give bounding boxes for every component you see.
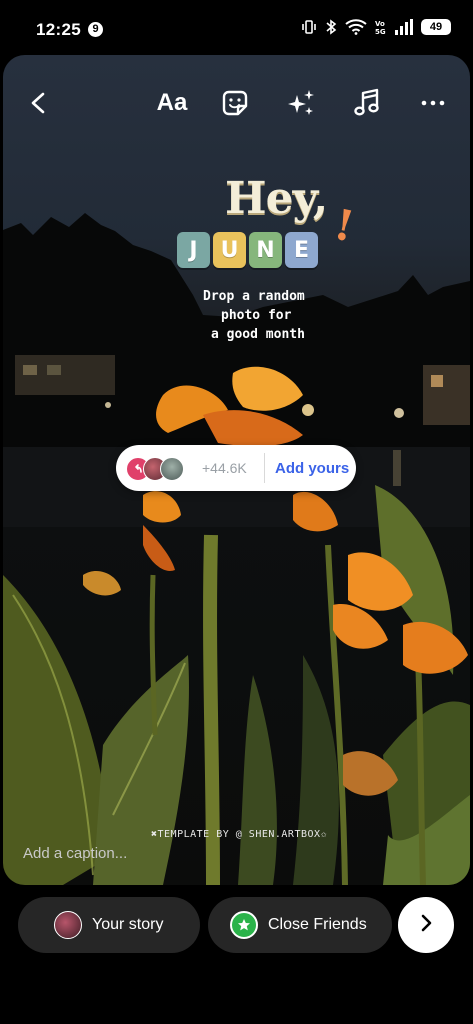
sticker-hey-text: Hey, <box>225 173 328 224</box>
template-credit: ✖TEMPLATE BY @ SHEN.ARTBOX✩ <box>151 829 328 840</box>
add-yours-button[interactable]: Add yours <box>275 460 349 477</box>
more-button[interactable] <box>411 81 455 125</box>
more-horizontal-icon <box>421 99 445 107</box>
chevron-left-icon <box>27 91 51 115</box>
pill-divider <box>264 453 265 483</box>
sticker-prompt-line-1: Drop a random <box>203 289 305 304</box>
sticker-prompt-line-2: photo for <box>221 308 292 323</box>
back-button[interactable] <box>17 81 61 125</box>
next-button[interactable] <box>398 897 454 953</box>
sticker-icon <box>220 88 250 118</box>
text-tool-label: Aa <box>156 89 188 116</box>
vibrate-icon <box>301 19 317 35</box>
status-icons: Vo 5G 49 <box>301 18 451 36</box>
participant-avatars <box>126 445 198 491</box>
status-time: 12:25 <box>36 20 81 39</box>
june-tile: E <box>285 232 318 268</box>
bluetooth-icon <box>325 18 337 36</box>
notification-badge: 9 <box>88 22 103 37</box>
wifi-icon <box>345 19 367 35</box>
volte-icon: Vo 5G <box>375 19 387 35</box>
signal-icon <box>395 19 413 35</box>
close-friends-button[interactable]: Close Friends <box>208 897 392 953</box>
chevron-right-icon <box>418 914 434 937</box>
june-tiles: J U N E <box>177 232 318 268</box>
your-story-label: Your story <box>92 916 164 933</box>
add-yours-sticker[interactable]: +44.6K Add yours <box>116 445 356 491</box>
effects-button[interactable] <box>279 81 323 125</box>
avatar <box>160 457 184 481</box>
sticker-prompt-line-3: a good month <box>211 327 305 342</box>
your-story-button[interactable]: Your story <box>18 897 200 953</box>
status-bar: 12:25 9 Vo 5G 49 <box>0 0 473 56</box>
june-tile: U <box>213 232 246 268</box>
music-button[interactable] <box>345 81 389 125</box>
text-tool-button[interactable]: Aa <box>150 81 194 125</box>
svg-text:Vo: Vo <box>375 20 385 28</box>
music-note-icon <box>353 88 381 118</box>
june-tile: J <box>177 232 210 268</box>
story-canvas[interactable]: Aa Hey, ! J U N E Drop a random photo fo… <box>3 55 470 885</box>
june-tile: N <box>249 232 282 268</box>
sticker-button[interactable] <box>213 81 257 125</box>
star-icon <box>230 911 258 939</box>
close-friends-label: Close Friends <box>268 916 367 933</box>
avatar <box>54 911 82 939</box>
caption-input[interactable]: Add a caption... <box>23 845 127 862</box>
participant-count: +44.6K <box>202 460 247 476</box>
svg-text:5G: 5G <box>375 28 386 35</box>
battery-icon: 49 <box>421 19 451 35</box>
sparkles-icon <box>285 87 317 119</box>
share-bar: Your story Close Friends <box>0 885 473 1024</box>
